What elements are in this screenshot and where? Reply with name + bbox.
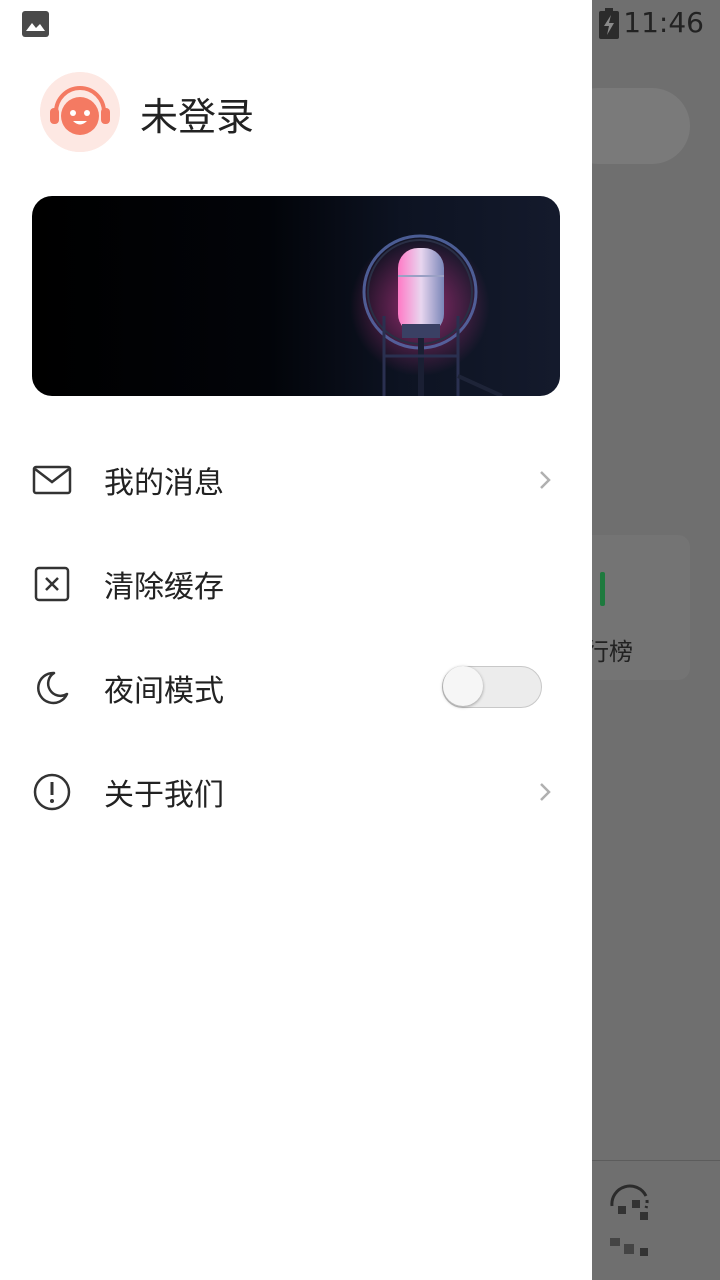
banner-image[interactable]	[32, 196, 560, 396]
toggle-knob	[443, 666, 483, 706]
menu-item-about-us[interactable]: 关于我们	[0, 740, 592, 844]
menu-label-clear-cache: 清除缓存	[104, 570, 224, 605]
microphone-illustration	[350, 234, 503, 396]
menu-item-clear-cache[interactable]: 清除缓存	[0, 532, 592, 636]
status-bar-overlay	[0, 0, 720, 50]
chevron-right-icon	[540, 783, 551, 801]
gallery-notification-icon	[22, 11, 49, 37]
menu-label-about-us: 关于我们	[104, 778, 224, 813]
login-status-label[interactable]: 未登录	[140, 86, 254, 141]
background-card-label: 行榜	[585, 638, 633, 666]
night-mode-toggle[interactable]	[442, 664, 542, 708]
background-pixel	[610, 1238, 620, 1246]
background-pixel	[632, 1200, 640, 1208]
menu-item-messages[interactable]: 我的消息	[0, 428, 592, 532]
background-divider	[592, 1160, 720, 1161]
menu-label-night-mode: 夜间模式	[104, 674, 224, 709]
menu-label-messages: 我的消息	[104, 466, 224, 501]
background-pixel	[640, 1212, 648, 1220]
info-icon	[33, 773, 71, 811]
background-pixel	[640, 1248, 648, 1256]
avatar[interactable]	[40, 72, 120, 152]
navigation-drawer: 未登录 我的消息 清除缓存 夜间模式 关于我们	[0, 0, 592, 1280]
mail-icon	[32, 465, 72, 495]
background-green-accent	[600, 572, 605, 606]
chevron-right-icon	[540, 471, 551, 489]
menu-item-night-mode[interactable]: 夜间模式	[0, 636, 592, 740]
moon-icon	[37, 671, 69, 705]
clear-cache-icon	[34, 566, 70, 602]
background-pixel	[624, 1244, 634, 1254]
background-pixel	[618, 1206, 626, 1214]
